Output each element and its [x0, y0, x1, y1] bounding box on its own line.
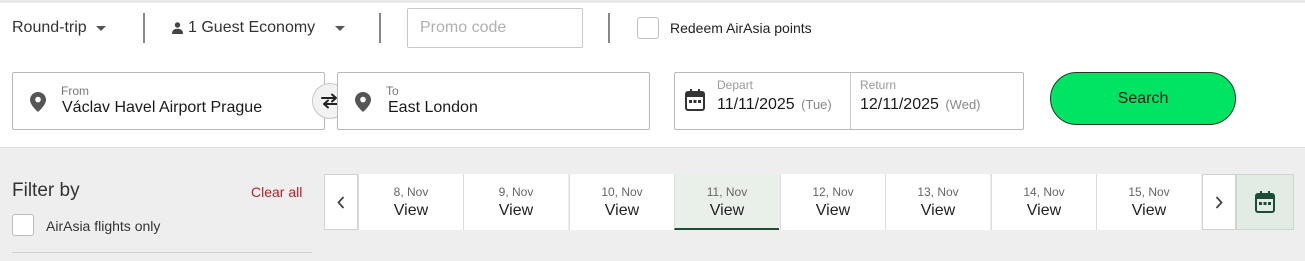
- date-cell-date: 13, Nov: [917, 185, 959, 199]
- date-cell-value: View: [498, 202, 534, 219]
- redeem-points-label: Redeem AirAsia points: [670, 20, 812, 36]
- date-strip: 8, Nov View 9, Nov View 10, Nov View 11,…: [324, 174, 1294, 230]
- date-cell-date: 8, Nov: [393, 185, 429, 199]
- filter-divider: [12, 252, 312, 253]
- open-calendar-button[interactable]: [1236, 174, 1294, 230]
- results-area: Filter by Clear all AirAsia flights only…: [0, 147, 1305, 261]
- trip-type-label: Round-trip: [12, 19, 87, 36]
- date-cell-value: View: [709, 202, 745, 219]
- date-cell[interactable]: 14, Nov View: [991, 174, 1096, 230]
- date-cell-value: View: [1026, 202, 1062, 219]
- search-button[interactable]: Search: [1050, 72, 1236, 125]
- depart-day-of-week: (Tue): [801, 97, 832, 112]
- date-cell-value: View: [815, 202, 851, 219]
- return-date[interactable]: 12/11/2025 (Wed): [860, 96, 981, 114]
- to-field[interactable]: To East London: [337, 72, 650, 130]
- clear-all-link[interactable]: Clear all: [251, 184, 302, 200]
- chevron-left-icon: [337, 195, 345, 209]
- airasia-only-label: AirAsia flights only: [46, 218, 161, 234]
- from-value: Václav Havel Airport Prague: [62, 99, 263, 116]
- guests-dropdown[interactable]: 1 Guest Economy: [172, 19, 345, 37]
- filter-title: Filter by: [12, 180, 80, 201]
- divider: [608, 13, 610, 43]
- date-cell-date: 15, Nov: [1128, 185, 1170, 199]
- depart-date[interactable]: 11/11/2025 (Tue): [717, 96, 832, 114]
- calendar-icon: [1255, 191, 1275, 213]
- date-cell-value: View: [1131, 202, 1167, 219]
- date-cell-date: 12, Nov: [812, 185, 854, 199]
- chevron-down-icon: [95, 25, 106, 31]
- trip-type-dropdown[interactable]: Round-trip: [12, 19, 106, 37]
- date-cell[interactable]: 12, Nov View: [780, 174, 885, 230]
- date-cell-date: 11, Nov: [706, 185, 748, 199]
- calendar-icon: [685, 89, 705, 111]
- date-cell-value: View: [604, 202, 640, 219]
- location-pin-icon: [30, 92, 46, 112]
- date-cell-selected[interactable]: 11, Nov View: [674, 174, 779, 230]
- date-cell-value: View: [393, 202, 429, 219]
- next-dates-button[interactable]: [1202, 174, 1236, 230]
- depart-label: Depart: [717, 78, 754, 92]
- redeem-points-checkbox[interactable]: [637, 17, 659, 39]
- date-cell[interactable]: 10, Nov View: [569, 174, 674, 230]
- location-pin-icon: [355, 92, 371, 112]
- date-cell-date: 9, Nov: [498, 185, 534, 199]
- guests-label: 1 Guest Economy: [188, 19, 316, 36]
- return-day-of-week: (Wed): [945, 97, 981, 112]
- airasia-only-checkbox[interactable]: [12, 214, 34, 236]
- date-cell-date: 14, Nov: [1023, 185, 1065, 199]
- person-icon: [172, 22, 183, 34]
- date-cell[interactable]: 9, Nov View: [463, 174, 568, 230]
- divider: [379, 13, 381, 43]
- date-cell[interactable]: 15, Nov View: [1096, 174, 1201, 230]
- chevron-right-icon: [1215, 195, 1223, 209]
- depart-date-value: 11/11/2025: [717, 96, 795, 113]
- return-date-value: 12/11/2025: [860, 96, 939, 113]
- chevron-down-icon: [335, 26, 345, 31]
- from-label: From: [61, 84, 89, 98]
- promo-code-input[interactable]: [407, 8, 583, 48]
- date-range-picker[interactable]: Depart 11/11/2025 (Tue) Return 12/11/202…: [674, 72, 1024, 130]
- date-divider: [850, 73, 851, 129]
- to-label: To: [386, 84, 399, 98]
- return-label: Return: [860, 78, 897, 92]
- divider: [143, 13, 145, 43]
- prev-dates-button[interactable]: [324, 174, 358, 230]
- date-cell[interactable]: 13, Nov View: [885, 174, 990, 230]
- date-cell-value: View: [920, 202, 956, 219]
- to-value: East London: [388, 99, 478, 116]
- date-cell[interactable]: 8, Nov View: [358, 174, 463, 230]
- from-field[interactable]: From Václav Havel Airport Prague: [12, 72, 325, 130]
- search-options-bar: Round-trip 1 Guest Economy Redeem AirAsi…: [0, 0, 1305, 60]
- date-cell-date: 10, Nov: [601, 185, 643, 199]
